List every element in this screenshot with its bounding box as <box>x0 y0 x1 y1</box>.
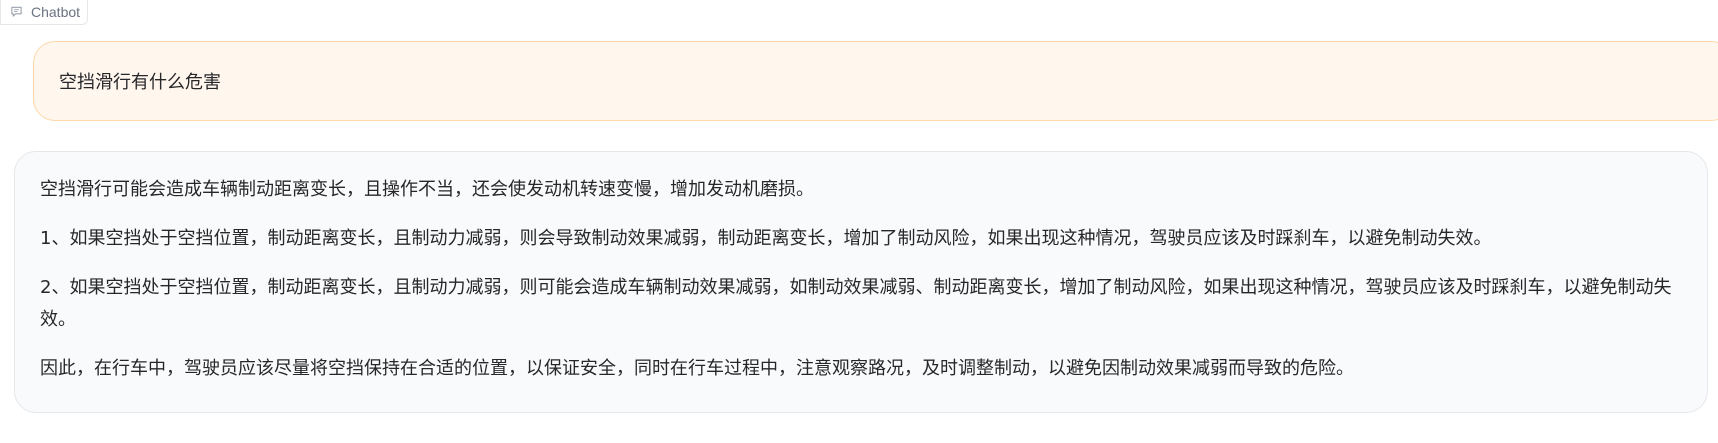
bot-paragraph: 因此，在行车中，驾驶员应该尽量将空挡保持在合适的位置，以保证安全，同时在行车过程… <box>40 358 1354 379</box>
bot-paragraph: 空挡滑行可能会造成车辆制动距离变长，且操作不当，还会使发动机转速变慢，增加发动机… <box>40 179 814 200</box>
bot-paragraph: 2、如果空挡处于空挡位置，制动距离变长，且制动力减弱，则可能会造成车辆制动效果减… <box>40 277 1672 330</box>
chatbot-label: Chatbot <box>0 0 88 25</box>
chat-bubble-icon <box>9 5 23 19</box>
chatbot-panel: Chatbot 空挡滑行有什么危害 空挡滑行可能会造成车辆制动距离变长，且操作不… <box>0 0 1718 443</box>
user-message-bubble: 空挡滑行有什么危害 <box>33 41 1718 121</box>
chatbot-title: Chatbot <box>31 3 81 20</box>
bot-paragraph: 1、如果空挡处于空挡位置，制动距离变长，且制动力减弱，则会导致制动效果减弱，制动… <box>40 228 1492 249</box>
user-message-text: 空挡滑行有什么危害 <box>59 72 221 93</box>
bot-message-bubble: 空挡滑行可能会造成车辆制动距离变长，且操作不当，还会使发动机转速变慢，增加发动机… <box>14 151 1708 413</box>
